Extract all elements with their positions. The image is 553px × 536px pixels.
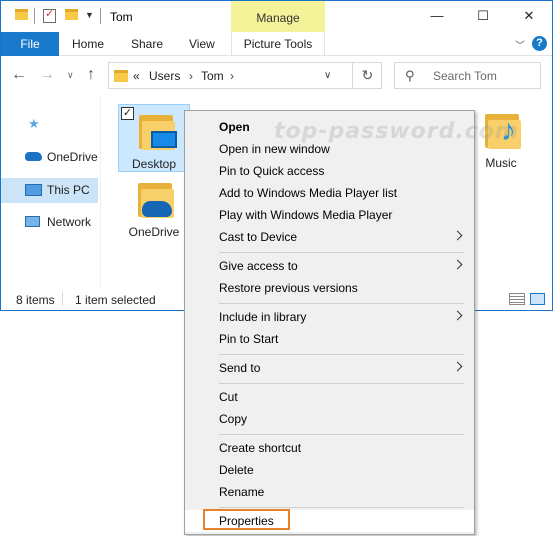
cloud-icon — [142, 201, 172, 217]
help-icon[interactable]: ? — [532, 36, 547, 51]
chevron-right-icon — [453, 228, 463, 244]
menu-item-play-wmp[interactable]: Play with Windows Media Player — [185, 204, 474, 226]
desktop-folder-icon — [137, 111, 177, 151]
recent-locations-icon[interactable]: ∨ — [67, 70, 74, 81]
item-checkbox[interactable]: ✓ — [121, 107, 134, 120]
large-icons-view-icon[interactable] — [530, 293, 545, 305]
menu-item-include-library[interactable]: Include in library — [185, 306, 474, 328]
sidebar-item-this-pc[interactable]: This PC — [1, 178, 98, 203]
watermark: top-password.com — [274, 119, 519, 144]
breadcrumb-separator[interactable]: › — [230, 69, 234, 83]
sidebar-item-label: This PC — [47, 183, 90, 197]
menu-item-give-access[interactable]: Give access to — [185, 255, 474, 277]
chevron-down-icon[interactable]: ∨ — [324, 70, 331, 81]
tab-home[interactable]: Home — [72, 32, 104, 56]
breadcrumb-tom[interactable]: Tom — [201, 69, 224, 83]
folder-item-desktop[interactable]: ✓ Desktop — [118, 104, 190, 172]
up-arrow-icon[interactable]: ↑ — [87, 66, 95, 84]
tab-picture-tools[interactable]: Picture Tools — [231, 32, 325, 56]
details-view-icon[interactable] — [509, 293, 525, 305]
context-menu: Open Open in new window Pin to Quick acc… — [184, 110, 475, 535]
address-overflow[interactable]: « — [133, 69, 140, 83]
expand-ribbon-icon[interactable]: ﹀ — [515, 37, 525, 52]
selection-count: 1 item selected — [75, 293, 156, 307]
menu-item-delete[interactable]: Delete — [185, 459, 474, 481]
toolbar-divider — [34, 8, 35, 24]
minimize-button[interactable]: — — [414, 1, 460, 32]
sidebar-item-quick-access[interactable]: ★ — [1, 116, 98, 138]
new-folder-icon[interactable] — [65, 9, 78, 20]
folder-icon — [114, 70, 128, 82]
close-button[interactable]: ✕ — [506, 1, 552, 32]
pane-divider[interactable] — [100, 96, 101, 286]
back-arrow-icon[interactable]: ← — [11, 66, 27, 84]
menu-item-send-to[interactable]: Send to — [185, 357, 474, 379]
sidebar-item-label: Network — [47, 215, 92, 229]
chevron-right-icon — [453, 308, 463, 324]
star-icon: ★ — [28, 116, 40, 131]
item-label: Music — [485, 156, 517, 170]
tab-share[interactable]: Share — [131, 32, 163, 56]
network-icon — [25, 216, 40, 227]
sidebar-item-network[interactable]: Network — [1, 211, 98, 233]
search-icon: ⚲ — [405, 68, 415, 83]
menu-item-pin-quick-access[interactable]: Pin to Quick access — [185, 160, 474, 182]
maximize-button[interactable]: ☐ — [460, 1, 506, 32]
forward-arrow-icon[interactable]: → — [39, 66, 55, 84]
menu-item-cut[interactable]: Cut — [185, 386, 474, 408]
address-bar[interactable]: « Users › Tom › ∨ ↻ — [108, 62, 382, 89]
menu-item-properties[interactable]: Properties — [185, 509, 474, 532]
tab-view[interactable]: View — [189, 32, 215, 56]
menu-item-copy[interactable]: Copy — [185, 408, 474, 430]
menu-separator — [219, 434, 464, 435]
item-label: Desktop — [131, 157, 177, 171]
navigation-bar: ← → ∨ ↑ « Users › Tom › ∨ ↻ ⚲ Search Tom — [1, 56, 552, 96]
menu-item-pin-start[interactable]: Pin to Start — [185, 328, 474, 350]
sidebar-item-onedrive[interactable]: OneDrive — [1, 146, 98, 168]
folder-item-onedrive[interactable]: OneDrive — [118, 173, 190, 241]
title-bar: ▼ Tom Manage — ☐ ✕ — [1, 1, 552, 32]
search-placeholder: Search Tom — [433, 69, 497, 83]
menu-item-add-wmp-list[interactable]: Add to Windows Media Player list — [185, 182, 474, 204]
pc-icon — [25, 184, 42, 196]
menu-separator — [219, 303, 464, 304]
breadcrumb-users[interactable]: Users — [149, 69, 180, 83]
refresh-icon[interactable]: ↻ — [352, 63, 382, 88]
window-title: Tom — [110, 10, 133, 24]
sidebar-item-label: OneDrive — [47, 150, 98, 164]
manage-context-tab[interactable]: Manage — [231, 1, 325, 32]
menu-separator — [219, 383, 464, 384]
menu-item-create-shortcut[interactable]: Create shortcut — [185, 437, 474, 459]
menu-item-restore-versions[interactable]: Restore previous versions — [185, 277, 474, 299]
menu-item-rename[interactable]: Rename — [185, 481, 474, 503]
menu-separator — [219, 354, 464, 355]
search-input[interactable]: ⚲ Search Tom — [394, 62, 541, 89]
status-divider — [62, 292, 63, 306]
tab-file[interactable]: File — [1, 32, 59, 56]
chevron-right-icon — [453, 257, 463, 273]
chevron-right-icon — [453, 359, 463, 375]
breadcrumb-separator[interactable]: › — [189, 69, 193, 83]
menu-separator — [219, 252, 464, 253]
quick-access-dropdown-icon[interactable]: ▼ — [85, 10, 94, 20]
menu-separator — [219, 507, 464, 508]
folder-icon — [15, 9, 28, 20]
properties-icon[interactable] — [43, 7, 56, 23]
item-count: 8 items — [16, 293, 55, 307]
menu-item-cast-to-device[interactable]: Cast to Device — [185, 226, 474, 248]
ribbon-tabs: File Home Share View Picture Tools ﹀ ? — [1, 32, 552, 56]
item-label: OneDrive — [128, 225, 180, 239]
navigation-pane: ★ OneDrive This PC Network — [1, 96, 101, 286]
toolbar-divider — [100, 8, 101, 24]
cloud-icon — [25, 152, 42, 161]
